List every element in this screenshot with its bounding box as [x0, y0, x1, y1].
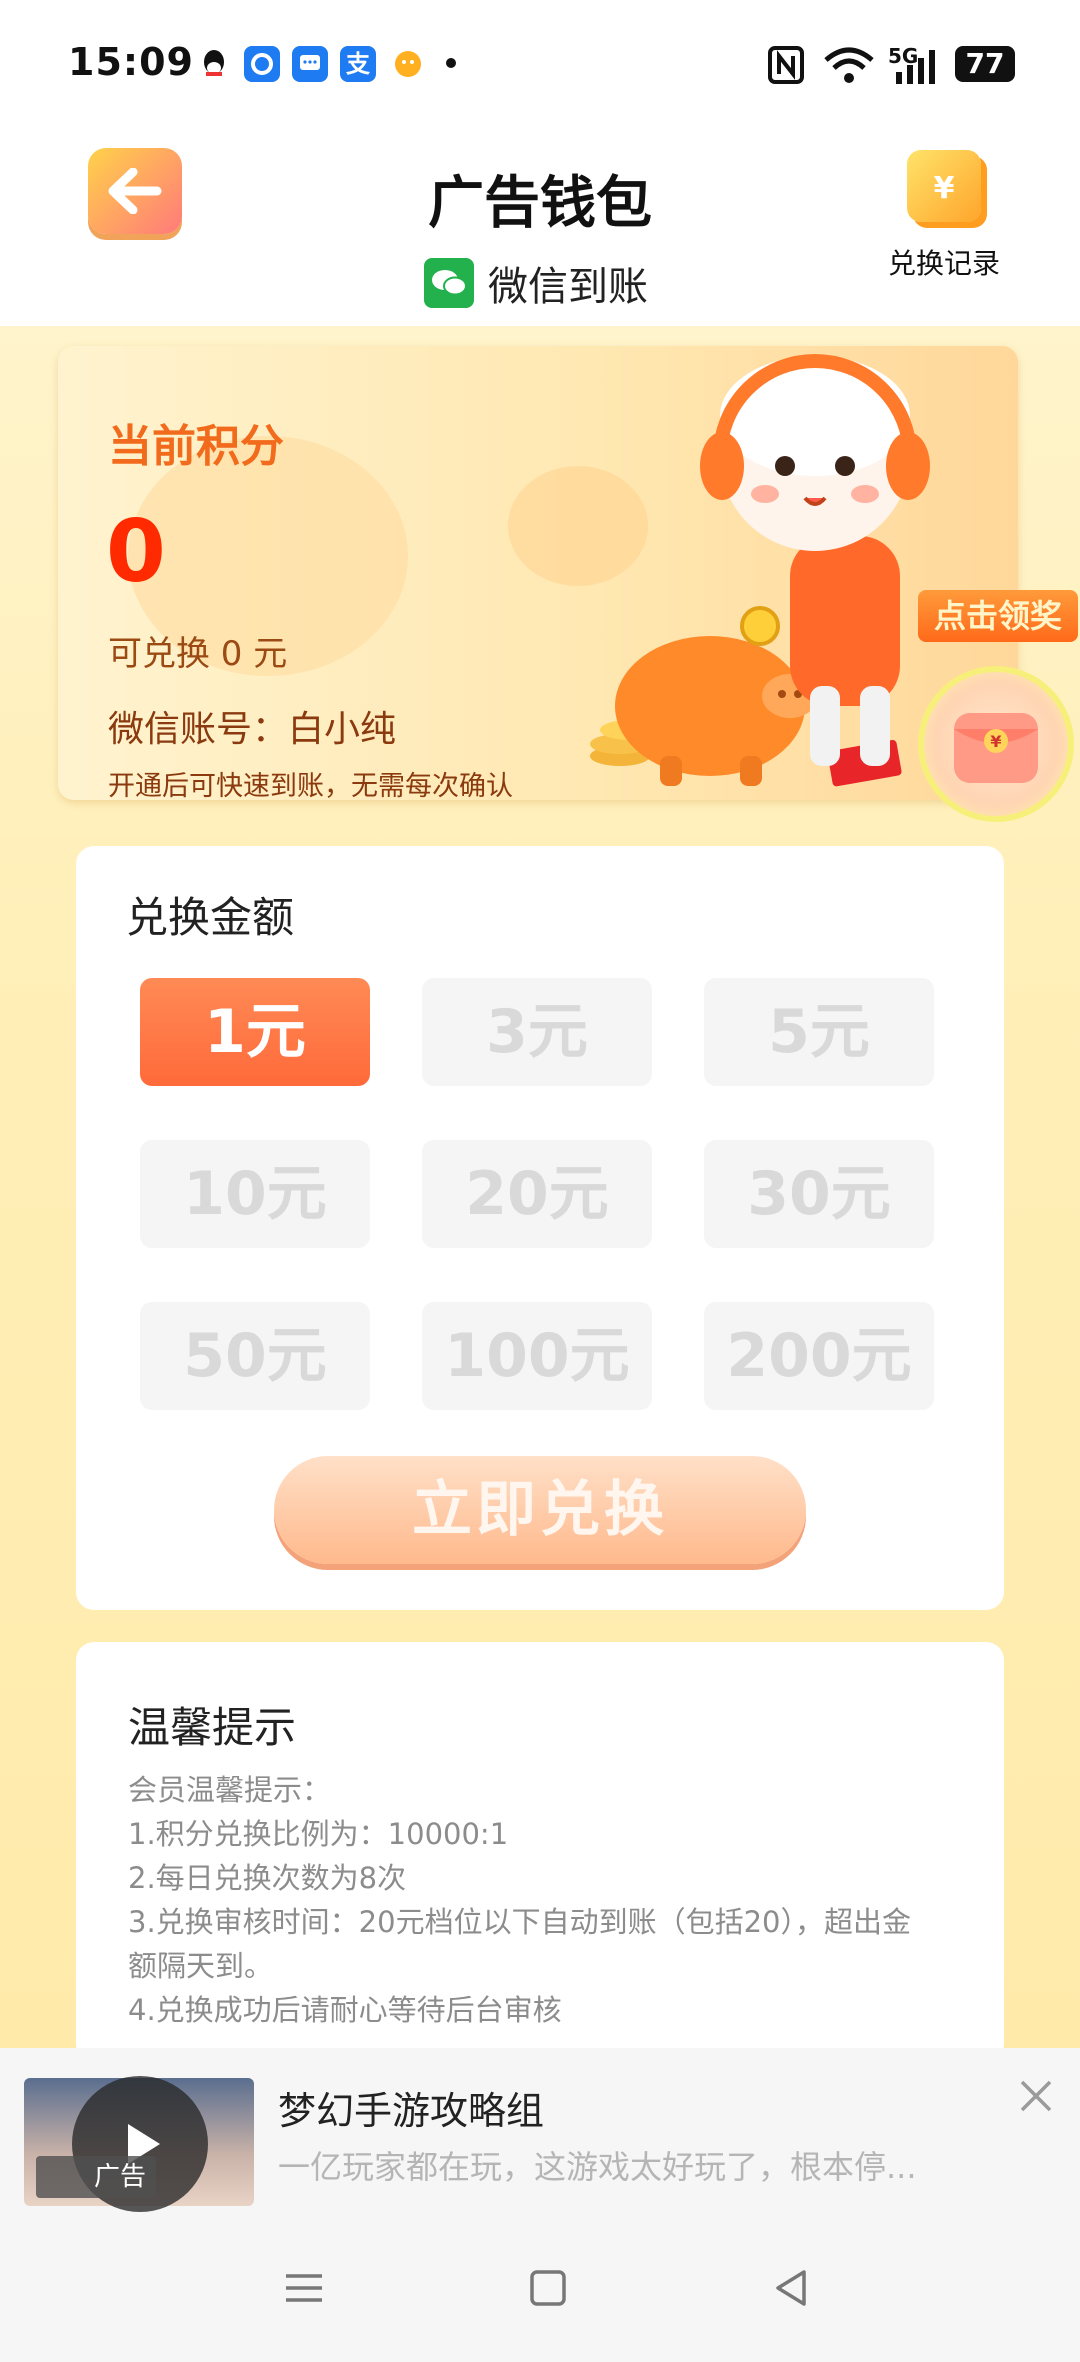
amount-option-1[interactable]: 1元 [140, 978, 370, 1086]
exchange-records-button[interactable]: ¥ 兑换记录 [880, 150, 1008, 282]
svg-text:¥: ¥ [934, 171, 955, 206]
svg-text:¥: ¥ [990, 732, 1001, 751]
ad-tag: 广告 [36, 2156, 156, 2198]
points-label: 当前积分 [108, 421, 284, 472]
ad-title[interactable]: 梦幻手游攻略组 [278, 2080, 544, 2135]
amount-option-10[interactable]: 10元 [140, 1140, 370, 1248]
wechat-icon [424, 258, 474, 308]
home-nav-button[interactable] [520, 2260, 576, 2316]
exchange-now-button[interactable]: 立即兑换 [274, 1456, 806, 1564]
square-home-icon [530, 2270, 566, 2306]
tip-line: 4.兑换成功后请耐心等待后台审核 [128, 1993, 562, 2027]
back-nav-button[interactable] [764, 2260, 820, 2316]
nfc-icon [768, 46, 804, 88]
exchange-amount-title: 兑换金额 [126, 893, 295, 942]
message-app-icon [292, 46, 328, 82]
signal-icon [894, 50, 940, 88]
tips-title: 温馨提示 [128, 1703, 297, 1752]
amount-option-5[interactable]: 5元 [704, 978, 934, 1086]
mascot-app-icon [390, 46, 426, 82]
alipay-icon: 支 [340, 46, 376, 82]
red-packet-icon: ¥ [954, 713, 1038, 783]
records-label: 兑换记录 [887, 247, 1000, 280]
menu-icon [286, 2274, 322, 2302]
wifi-icon [822, 46, 876, 90]
wechat-payout-label: 微信到账 [424, 254, 648, 312]
amount-option-30[interactable]: 30元 [704, 1140, 934, 1248]
close-icon [1020, 2080, 1052, 2112]
menu-nav-button[interactable] [276, 2260, 332, 2316]
claim-reward-tag[interactable]: 点击领奖 [918, 590, 1078, 642]
tip-line: 3.兑换审核时间：20元档位以下自动到账（包括20），超出金 [128, 1905, 911, 1939]
claim-reward-button[interactable]: ¥ [918, 666, 1074, 822]
more-notifications-dot [446, 58, 456, 68]
subtitle: 微信到账 [488, 264, 648, 310]
triangle-back-icon [776, 2270, 806, 2306]
tip-line: 1.积分兑换比例为：10000:1 [128, 1817, 509, 1851]
amount-option-100[interactable]: 100元 [422, 1302, 652, 1410]
ad-description[interactable]: 一亿玩家都在玩，这游戏太好玩了，根本停... [278, 2142, 917, 2188]
tip-line: 2.每日兑换次数为8次 [128, 1861, 407, 1895]
records-icon: ¥ [907, 150, 981, 222]
amount-option-20[interactable]: 20元 [422, 1140, 652, 1248]
wechat-account: 微信账号：白小纯 [108, 709, 397, 750]
quick-payout-hint: 开通后可快速到账，无需每次确认 [108, 771, 513, 802]
convertible-amount: 可兑换 0 元 [108, 634, 288, 674]
ad-close-button[interactable] [1016, 2076, 1056, 2116]
status-time: 15:09 [68, 40, 194, 84]
tip-line: 会员温馨提示： [128, 1773, 332, 1807]
battery-indicator: 77 [955, 46, 1015, 82]
pinwheel-app-icon [244, 46, 280, 82]
amount-option-50[interactable]: 50元 [140, 1302, 370, 1410]
amount-option-3[interactable]: 3元 [422, 978, 652, 1086]
qq-icon [196, 46, 232, 82]
tip-line: 额隔天到。 [128, 1949, 274, 1983]
amount-option-200[interactable]: 200元 [704, 1302, 934, 1410]
points-value: 0 [106, 502, 166, 602]
